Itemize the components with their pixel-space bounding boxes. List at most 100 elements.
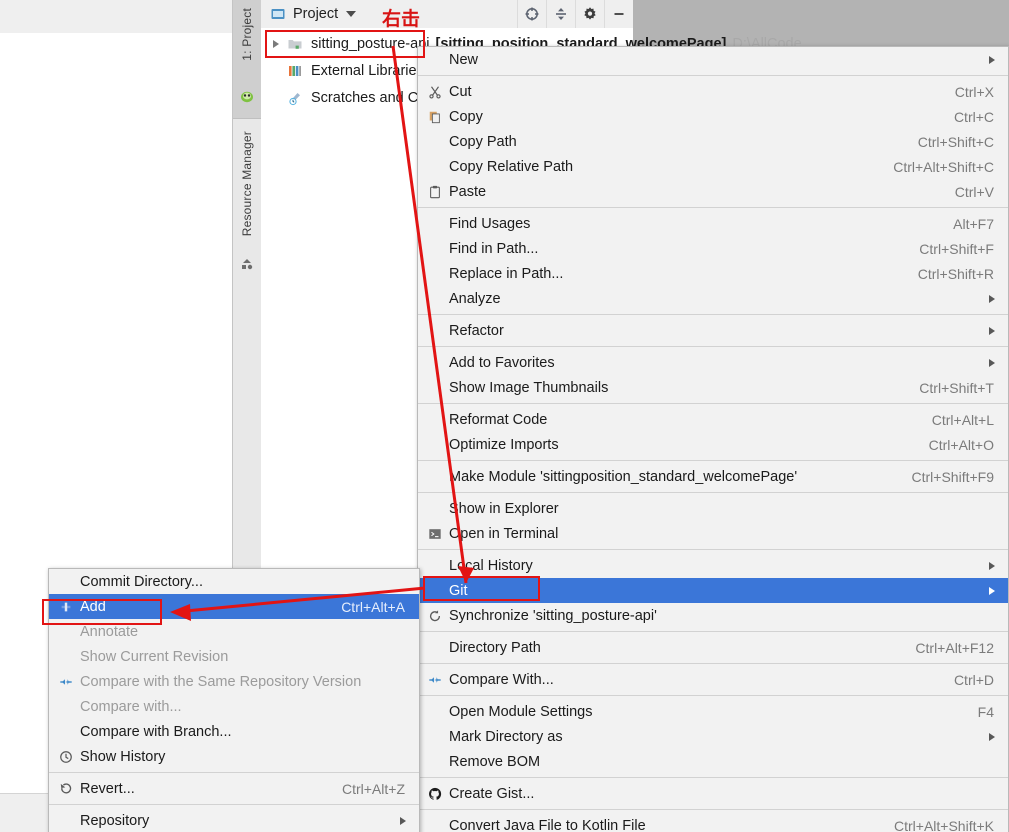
no-icon bbox=[57, 624, 75, 640]
menu-item-synchronize-sitting-posture-api[interactable]: Synchronize 'sitting_posture-api' bbox=[418, 603, 1008, 628]
git-item-add[interactable]: Add Ctrl+Alt+A bbox=[49, 594, 419, 619]
menu-item-compare-with[interactable]: Compare With... Ctrl+D bbox=[418, 667, 1008, 692]
no-icon bbox=[426, 501, 444, 517]
menu-separator bbox=[418, 631, 1008, 632]
menu-item-label: Refactor bbox=[449, 322, 504, 339]
menu-item-shortcut: Ctrl+Shift+T bbox=[919, 379, 994, 396]
menu-item-create-gist[interactable]: Create Gist... bbox=[418, 781, 1008, 806]
no-icon bbox=[426, 704, 444, 720]
gear-icon[interactable] bbox=[575, 0, 604, 28]
scratches-icon bbox=[287, 90, 303, 106]
no-icon bbox=[426, 216, 444, 232]
menu-item-label: Commit Directory... bbox=[80, 573, 203, 590]
expand-arrow-icon[interactable] bbox=[273, 40, 279, 48]
context-menu[interactable]: New Cut Ctrl+X Copy Ctrl+C Copy Path Ctrl+Shif… bbox=[417, 46, 1009, 832]
menu-item-cut[interactable]: Cut Ctrl+X bbox=[418, 79, 1008, 104]
annotation-right-click-label: 右击 bbox=[382, 8, 421, 30]
menu-item-new[interactable]: New bbox=[418, 47, 1008, 72]
collapse-all-icon[interactable] bbox=[546, 0, 575, 28]
menu-item-mark-directory-as[interactable]: Mark Directory as bbox=[418, 724, 1008, 749]
menu-item-replace-in-path[interactable]: Replace in Path... Ctrl+Shift+R bbox=[418, 261, 1008, 286]
menu-item-label: Compare with Branch... bbox=[80, 723, 232, 740]
menu-item-remove-bom[interactable]: Remove BOM bbox=[418, 749, 1008, 774]
no-icon bbox=[57, 574, 75, 590]
history-icon bbox=[57, 749, 75, 765]
chevron-down-icon[interactable] bbox=[346, 11, 357, 17]
menu-item-refactor[interactable]: Refactor bbox=[418, 318, 1008, 343]
menu-item-label: Add bbox=[80, 598, 106, 615]
screenshot-root: 1: Project Resource Manager Project sitt… bbox=[0, 0, 1009, 832]
menu-item-label: Directory Path bbox=[449, 639, 541, 656]
menu-item-find-in-path[interactable]: Find in Path... Ctrl+Shift+F bbox=[418, 236, 1008, 261]
menu-item-show-in-explorer[interactable]: Show in Explorer bbox=[418, 496, 1008, 521]
git-item-revert[interactable]: Revert... Ctrl+Alt+Z bbox=[49, 776, 419, 801]
menu-item-reformat-code[interactable]: Reformat Code Ctrl+Alt+L bbox=[418, 407, 1008, 432]
git-item-repository[interactable]: Repository bbox=[49, 808, 419, 832]
menu-item-label: Make Module 'sittingposition_standard_we… bbox=[449, 468, 798, 485]
submenu-arrow-icon bbox=[989, 561, 995, 570]
menu-separator bbox=[418, 663, 1008, 664]
menu-separator bbox=[418, 460, 1008, 461]
git-item-commit-directory[interactable]: Commit Directory... bbox=[49, 569, 419, 594]
menu-item-find-usages[interactable]: Find Usages Alt+F7 bbox=[418, 211, 1008, 236]
submenu-arrow-icon bbox=[989, 358, 995, 367]
no-icon bbox=[426, 583, 444, 599]
menu-item-label: Copy Relative Path bbox=[449, 158, 574, 175]
menu-item-label: Cut bbox=[449, 83, 472, 100]
locate-icon[interactable] bbox=[517, 0, 546, 28]
sidebar-item-project-label: 1: Project bbox=[240, 8, 254, 61]
resource-manager-icon bbox=[239, 257, 255, 273]
menu-item-make-module-sittingposition-standard-welcomepage[interactable]: Make Module 'sittingposition_standard_we… bbox=[418, 464, 1008, 489]
tree-row-external-libraries[interactable]: External Libraries bbox=[261, 58, 424, 84]
project-folder-icon bbox=[270, 6, 286, 22]
menu-item-label: Copy Path bbox=[449, 133, 517, 150]
sidebar-item-project[interactable]: 1: Project bbox=[233, 0, 261, 119]
menu-separator bbox=[418, 207, 1008, 208]
menu-item-shortcut: Ctrl+Shift+R bbox=[917, 265, 994, 282]
git-item-compare-with: Compare with... bbox=[49, 694, 419, 719]
menu-item-local-history[interactable]: Local History bbox=[418, 553, 1008, 578]
menu-item-analyze[interactable]: Analyze bbox=[418, 286, 1008, 311]
github-icon bbox=[426, 786, 444, 802]
menu-separator bbox=[418, 75, 1008, 76]
menu-item-add-to-favorites[interactable]: Add to Favorites bbox=[418, 350, 1008, 375]
menu-item-copy-path[interactable]: Copy Path Ctrl+Shift+C bbox=[418, 129, 1008, 154]
no-icon bbox=[426, 754, 444, 770]
menu-item-label: Find in Path... bbox=[449, 240, 539, 257]
menu-item-label: Mark Directory as bbox=[449, 728, 563, 745]
sidebar-item-resource-manager[interactable]: Resource Manager bbox=[233, 119, 261, 289]
git-item-annotate: Annotate bbox=[49, 619, 419, 644]
menu-item-label: Remove BOM bbox=[449, 753, 541, 770]
menu-item-open-module-settings[interactable]: Open Module Settings F4 bbox=[418, 699, 1008, 724]
menu-item-label: Compare with... bbox=[80, 698, 182, 715]
git-submenu[interactable]: Commit Directory... Add Ctrl+Alt+A Annotate… bbox=[48, 568, 420, 832]
menu-item-shortcut: Ctrl+Shift+C bbox=[917, 133, 994, 150]
menu-item-convert-java-file-to-kotlin-file[interactable]: Convert Java File to Kotlin File Ctrl+Alt… bbox=[418, 813, 1008, 832]
no-icon bbox=[57, 649, 75, 665]
menu-item-shortcut: Ctrl+Alt+F12 bbox=[915, 639, 994, 656]
git-item-compare-with-the-same-repository-version: Compare with the Same Repository Version bbox=[49, 669, 419, 694]
menu-item-show-image-thumbnails[interactable]: Show Image Thumbnails Ctrl+Shift+T bbox=[418, 375, 1008, 400]
git-item-compare-with-branch[interactable]: Compare with Branch... bbox=[49, 719, 419, 744]
external-libraries-icon bbox=[287, 63, 303, 79]
menu-item-directory-path[interactable]: Directory Path Ctrl+Alt+F12 bbox=[418, 635, 1008, 660]
menu-item-open-in-terminal[interactable]: Open in Terminal bbox=[418, 521, 1008, 546]
menu-item-copy-relative-path[interactable]: Copy Relative Path Ctrl+Alt+Shift+C bbox=[418, 154, 1008, 179]
menu-item-shortcut: Ctrl+Shift+F9 bbox=[911, 468, 994, 485]
no-icon bbox=[426, 323, 444, 339]
menu-item-optimize-imports[interactable]: Optimize Imports Ctrl+Alt+O bbox=[418, 432, 1008, 457]
menu-separator bbox=[418, 403, 1008, 404]
menu-item-paste[interactable]: Paste Ctrl+V bbox=[418, 179, 1008, 204]
no-icon bbox=[426, 469, 444, 485]
menu-item-label: Paste bbox=[449, 183, 487, 200]
menu-item-label: Compare With... bbox=[449, 671, 554, 688]
menu-item-label: Revert... bbox=[80, 780, 135, 797]
menu-item-git[interactable]: Git bbox=[418, 578, 1008, 603]
menu-separator bbox=[418, 492, 1008, 493]
menu-item-copy[interactable]: Copy Ctrl+C bbox=[418, 104, 1008, 129]
git-item-show-history[interactable]: Show History bbox=[49, 744, 419, 769]
project-icon bbox=[239, 88, 255, 104]
menu-item-shortcut: Alt+F7 bbox=[953, 215, 994, 232]
minimize-icon[interactable] bbox=[604, 0, 633, 28]
menu-item-label: Compare with the Same Repository Version bbox=[80, 673, 362, 690]
